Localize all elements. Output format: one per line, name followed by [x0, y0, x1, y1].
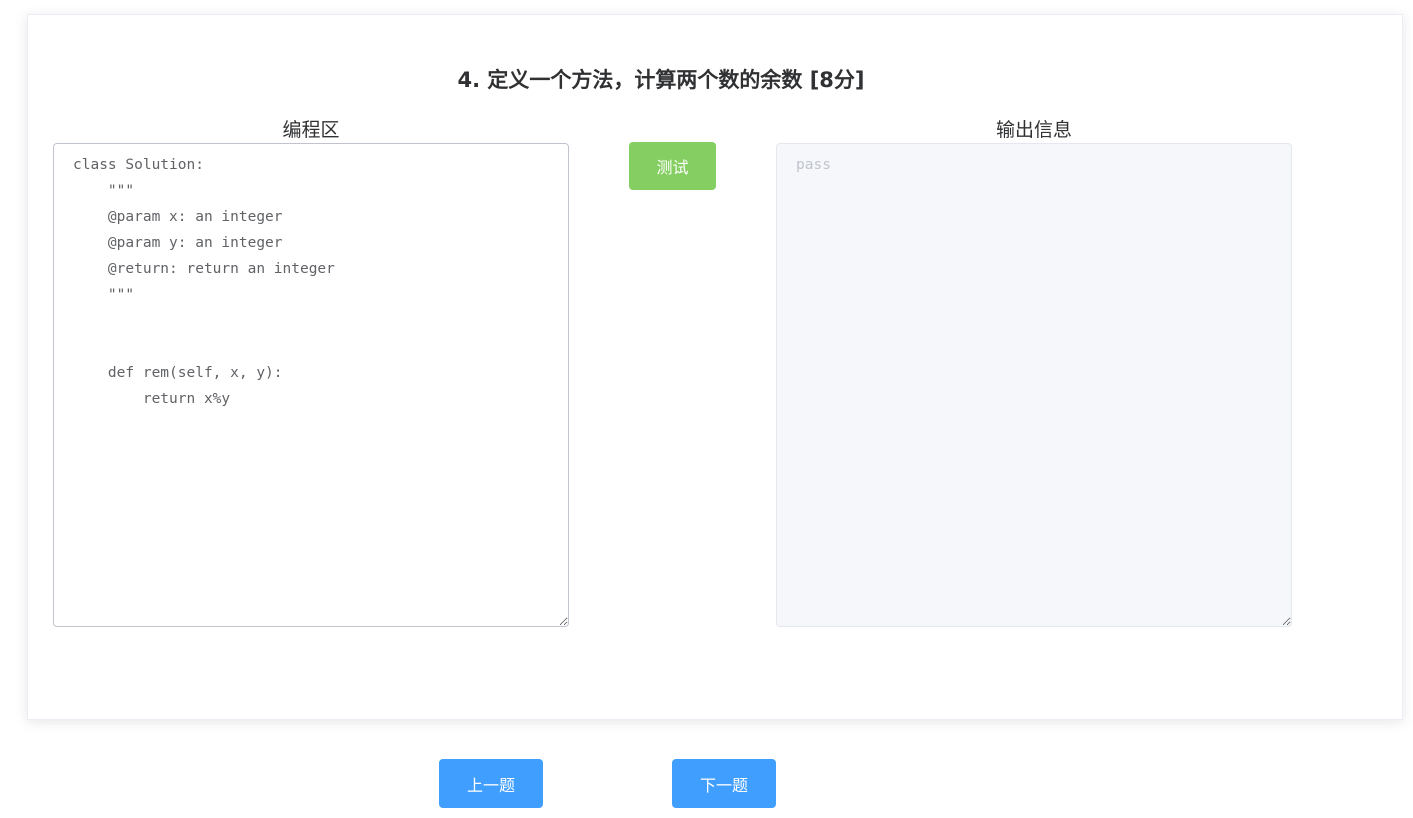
previous-question-button[interactable]: 上一题	[439, 759, 543, 808]
next-question-button[interactable]: 下一题	[672, 759, 776, 808]
code-editor[interactable]	[53, 143, 569, 627]
test-button[interactable]: 测试	[629, 142, 716, 190]
code-panel-label: 编程区	[282, 119, 340, 141]
question-title: 4. 定义一个方法，计算两个数的余数 [8分]	[457, 68, 865, 92]
question-card: 4. 定义一个方法，计算两个数的余数 [8分] 编程区 测试 输出信息	[27, 14, 1403, 720]
output-panel-label: 输出信息	[995, 119, 1072, 141]
output-field[interactable]	[776, 143, 1292, 627]
